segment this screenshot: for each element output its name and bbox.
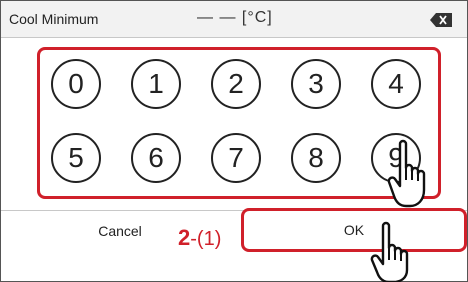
key-6[interactable]: 6: [131, 133, 181, 183]
key-3[interactable]: 3: [291, 59, 341, 109]
backspace-icon[interactable]: [430, 13, 452, 27]
value-display: — — [°C]: [197, 9, 273, 26]
ok-button[interactable]: OK: [243, 211, 465, 249]
dialog-header: Cool Minimum — — [°C]: [1, 1, 467, 38]
step-number: 2: [178, 225, 191, 250]
key-2[interactable]: 2: [211, 59, 261, 109]
key-5[interactable]: 5: [51, 133, 101, 183]
hand-pointer-icon: [370, 221, 409, 282]
key-4[interactable]: 4: [371, 59, 421, 109]
key-1[interactable]: 1: [131, 59, 181, 109]
step-substep: -(1): [190, 228, 222, 250]
key-8[interactable]: 8: [291, 133, 341, 183]
hand-pointer-icon: [387, 139, 426, 208]
step-annotation: 2-(1): [178, 225, 221, 251]
dialog-title: Cool Minimum: [9, 11, 99, 27]
key-0[interactable]: 0: [51, 59, 101, 109]
key-7[interactable]: 7: [211, 133, 261, 183]
